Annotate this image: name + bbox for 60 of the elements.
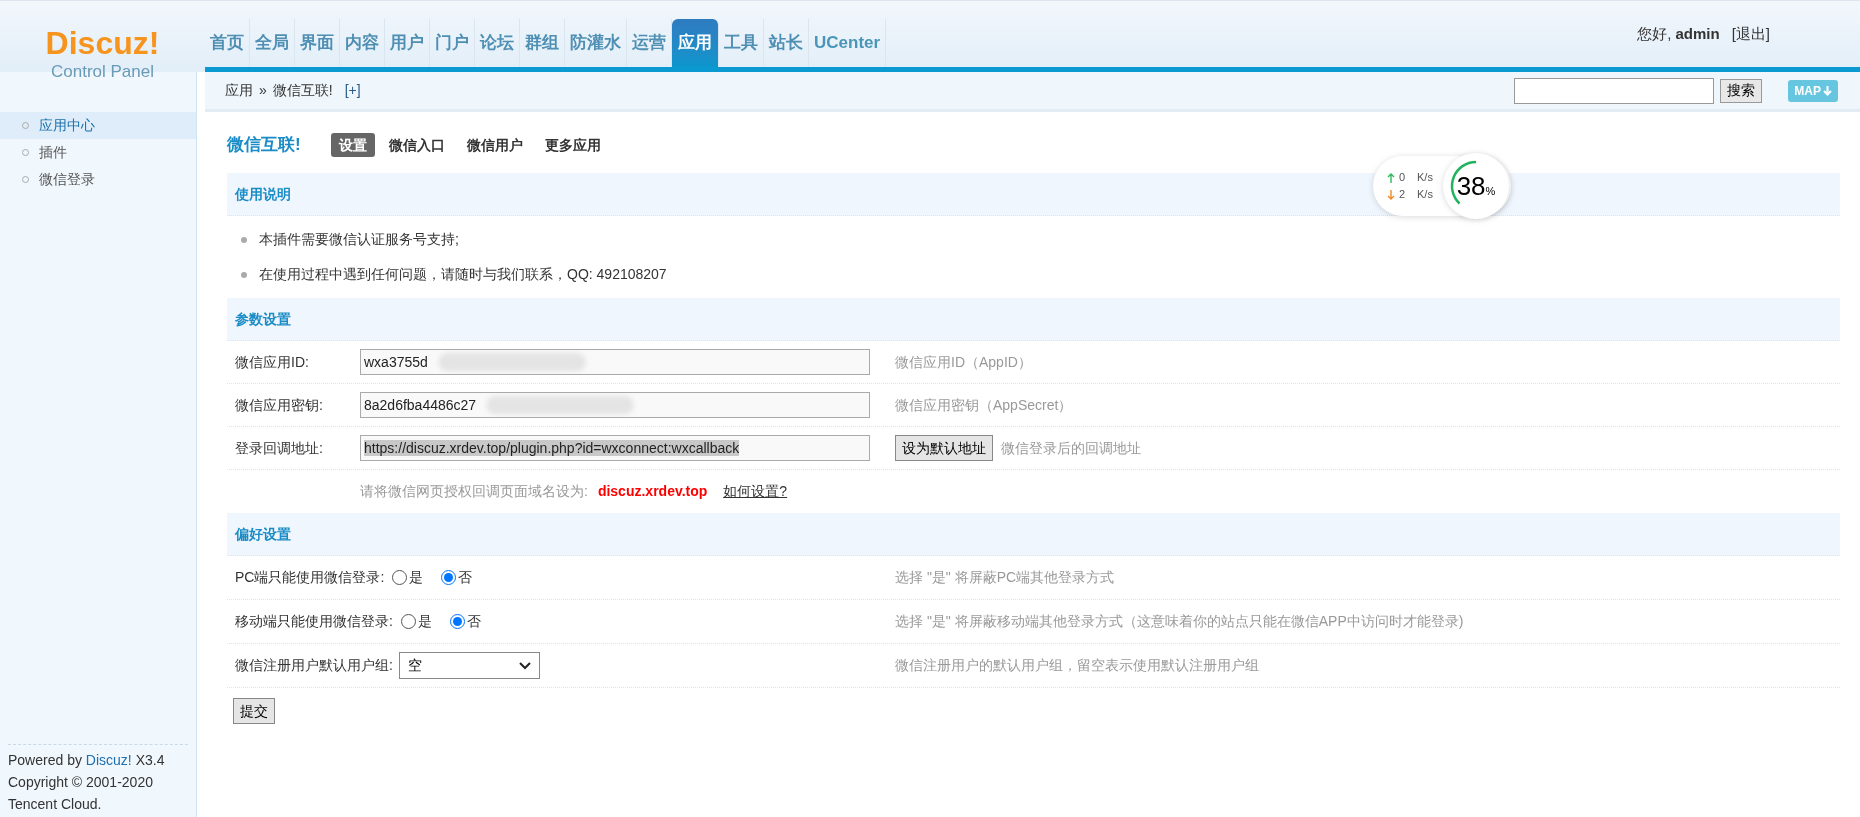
nav-tab[interactable]: 应用 — [672, 19, 719, 67]
speed-unit: K/s — [1417, 187, 1433, 202]
radio-option[interactable]: 否 — [441, 567, 473, 588]
field-label: 微信注册用户默认用户组: — [235, 656, 393, 675]
field-description: 微信应用密钥（AppSecret） — [895, 395, 1073, 415]
note-text: 本插件需要微信认证服务号支持; — [259, 230, 459, 249]
field-label: 微信应用密钥: — [235, 395, 324, 415]
sidebar-item[interactable]: 微信登录 — [0, 166, 196, 193]
domain-text: discuz.xrdev.top — [597, 482, 708, 501]
page-tab[interactable]: 微信用户 — [458, 133, 531, 157]
section-header: 参数设置 — [227, 298, 1840, 341]
field-label: 微信应用ID: — [235, 352, 310, 372]
usage-percent: 38% — [1456, 173, 1496, 199]
add-shortcut-link[interactable]: [+] — [344, 80, 361, 101]
page-tab[interactable]: 更多应用 — [536, 133, 609, 157]
arrow-down-icon — [1823, 85, 1832, 96]
sidebar-item[interactable]: 应用中心 — [0, 112, 196, 139]
sidebar-item[interactable]: 插件 — [0, 139, 196, 166]
page-tab[interactable]: 设置 — [330, 133, 375, 157]
username: admin — [1675, 23, 1720, 44]
copyright-text: Copyright © 2001-2020 — [8, 773, 154, 792]
powered-by-text: Powered by Discuz! X3.4 — [8, 751, 166, 770]
field-label: 登录回调地址: — [235, 438, 324, 458]
search-field[interactable] — [1514, 77, 1715, 104]
radio-option[interactable]: 否 — [449, 611, 481, 632]
greeting-text: 您好, — [1637, 23, 1672, 44]
group-select[interactable]: 空 — [398, 652, 540, 679]
field-description: 微信应用ID（AppID） — [895, 352, 1032, 372]
page-title: 微信互联! — [227, 134, 301, 157]
chevron-down-icon — [518, 661, 531, 670]
field-description: 微信注册用户的默认用户组，留空表示使用默认注册用户组 — [895, 656, 1259, 675]
url-field[interactable]: https://discuz.xrdev.top/plugin.php?id=wxconnect:wxcallback — [360, 435, 870, 461]
upload-speed: 0 — [1399, 170, 1407, 185]
field-description: 选择 "是" 将屏蔽PC端其他登录方式 — [895, 568, 1115, 587]
company-text: Tencent Cloud. — [8, 795, 103, 814]
page-tab[interactable]: 微信入口 — [380, 133, 453, 157]
breadcrumb-current: 微信互联! — [272, 81, 333, 100]
field-description: 选择 "是" 将屏蔽移动端其他登录方式（这意味着你的站点只能在微信APP中访问时才能登录) — [895, 612, 1464, 631]
field-label: 移动端只能使用微信登录: — [235, 612, 393, 631]
text-field[interactable]: 8a2d6fba4486c27 — [360, 392, 870, 418]
breadcrumb-link[interactable]: 应用 — [225, 80, 253, 101]
search-button[interactable]: 搜索 — [1720, 78, 1763, 103]
help-link[interactable]: 如何设置? — [723, 481, 788, 502]
hint-text: 请将微信网页授权回调页面域名设为: — [360, 482, 588, 501]
arrow-down-icon — [1387, 189, 1395, 200]
radio-option[interactable]: 是 — [400, 611, 432, 632]
arrow-up-icon — [1387, 172, 1395, 183]
field-description: 微信登录后的回调地址 — [1001, 438, 1141, 458]
submit-button[interactable]: 提交 — [233, 698, 275, 724]
breadcrumb-separator: » — [259, 81, 267, 100]
speed-unit: K/s — [1417, 170, 1433, 185]
brand-link[interactable]: Discuz! — [85, 752, 132, 768]
text-field[interactable]: wxa3755d — [360, 349, 870, 375]
set-default-button[interactable]: 设为默认地址 — [895, 435, 993, 461]
field-label: PC端只能使用微信登录: — [235, 568, 385, 587]
note-text: 在使用过程中遇到任何问题，请随时与我们联系，QQ: 492108207 — [259, 265, 667, 284]
logout-link[interactable]: [退出] — [1731, 22, 1770, 45]
download-speed: 2 — [1399, 187, 1407, 202]
section-header: 偏好设置 — [227, 513, 1840, 556]
radio-option[interactable]: 是 — [392, 567, 424, 588]
